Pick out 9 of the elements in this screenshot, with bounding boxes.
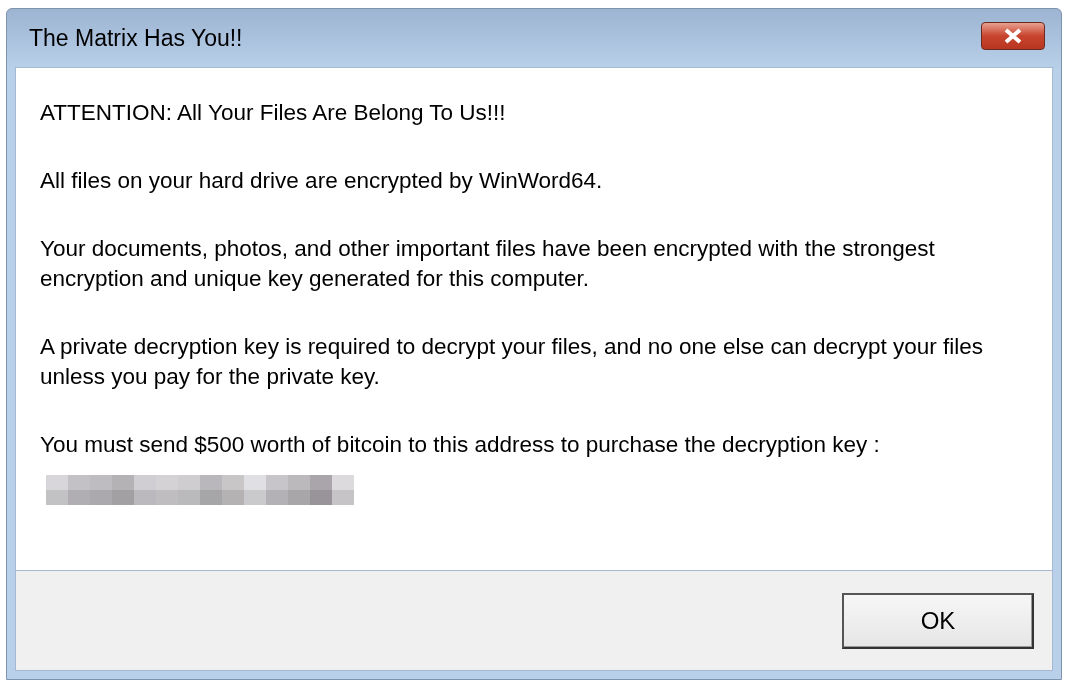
- close-button[interactable]: [981, 22, 1045, 50]
- message-text: You must send $500 worth of bitcoin to this address to purchase the decryption key :: [40, 430, 1000, 505]
- window-title: The Matrix Has You!!: [29, 24, 243, 52]
- message-text: Your documents, photos, and other important files have been encrypted with the strongest encryption and unique key generated for this computer.: [40, 235, 936, 293]
- message-text: All files on your hard drive are encrypted by WinWord64.: [40, 167, 604, 195]
- close-icon: [1003, 28, 1023, 44]
- ok-button[interactable]: OK: [842, 592, 1034, 649]
- message-text: A private decryption key is required to decrypt your files, and no one else can decrypt your files unless you pay for the private key.: [40, 333, 984, 391]
- message-text: ATTENTION: All Your Files Are Belong To Us!!!: [40, 99, 507, 127]
